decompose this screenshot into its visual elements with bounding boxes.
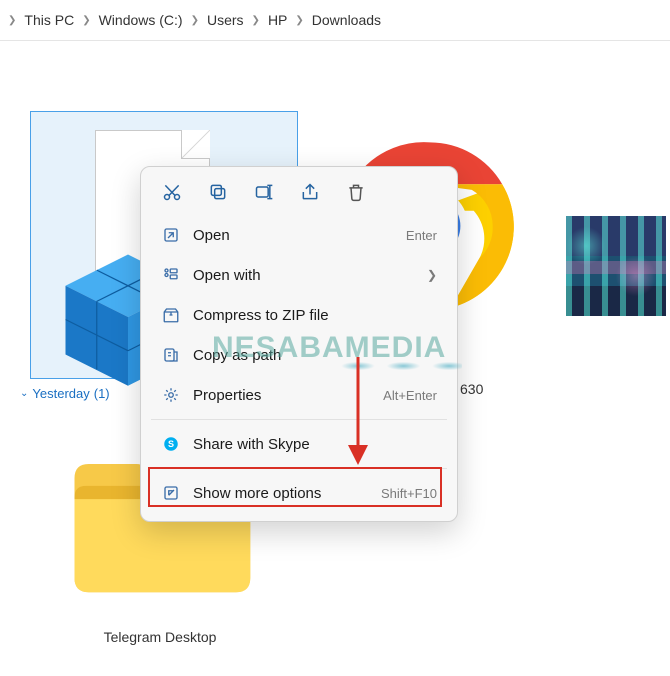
file-tile-image[interactable] [566, 216, 666, 316]
chevron-right-icon: ❯ [8, 15, 16, 26]
menu-separator [151, 468, 447, 469]
menu-shortcut: Alt+Enter [383, 388, 437, 403]
chevron-right-icon: ❯ [295, 15, 303, 26]
menu-label: Properties [193, 387, 371, 404]
skype-icon: S [161, 434, 181, 454]
content-area: ⌄ Yesterday (1) 630 Telegram Desktop NES… [0, 41, 670, 661]
context-menu: Open Enter Open with ❯ Compress to ZIP f… [140, 166, 458, 522]
svg-text:S: S [168, 439, 174, 449]
menu-shortcut: Enter [406, 228, 437, 243]
menu-item-open-with[interactable]: Open with ❯ [147, 255, 451, 295]
folder-label: Telegram Desktop [60, 629, 260, 645]
zip-icon [161, 305, 181, 325]
crumb-hp[interactable]: HP [266, 10, 289, 30]
context-menu-top-actions [147, 175, 451, 215]
chevron-right-icon: ❯ [427, 268, 437, 282]
crumb-windows-c[interactable]: Windows (C:) [97, 10, 185, 30]
chevron-right-icon: ❯ [191, 15, 199, 26]
menu-label: Compress to ZIP file [193, 307, 437, 324]
chevron-right-icon: ❯ [252, 15, 260, 26]
menu-item-show-more-options[interactable]: Show more options Shift+F10 [147, 473, 451, 513]
rename-icon[interactable] [253, 181, 275, 203]
menu-item-share-skype[interactable]: S Share with Skype [147, 424, 451, 464]
menu-label: Open with [193, 267, 415, 284]
group-label-text: Yesterday [32, 386, 89, 401]
cut-icon[interactable] [161, 181, 183, 203]
menu-label: Share with Skype [193, 436, 437, 453]
group-header-yesterday[interactable]: ⌄ Yesterday (1) [20, 386, 110, 401]
chevron-down-icon: ⌄ [20, 388, 28, 399]
menu-label: Open [193, 227, 394, 244]
chevron-right-icon: ❯ [82, 15, 90, 26]
open-with-icon [161, 265, 181, 285]
menu-item-copy-path[interactable]: Copy as path [147, 335, 451, 375]
copy-path-icon [161, 345, 181, 365]
show-more-icon [161, 483, 181, 503]
menu-item-properties[interactable]: Properties Alt+Enter [147, 375, 451, 415]
delete-icon[interactable] [345, 181, 367, 203]
menu-label: Show more options [193, 485, 369, 502]
group-count: (1) [94, 386, 110, 401]
crumb-this-pc[interactable]: This PC [22, 10, 76, 30]
menu-separator [151, 419, 447, 420]
copy-icon[interactable] [207, 181, 229, 203]
crumb-downloads[interactable]: Downloads [310, 10, 383, 30]
share-icon[interactable] [299, 181, 321, 203]
menu-label: Copy as path [193, 347, 437, 364]
open-icon [161, 225, 181, 245]
properties-icon [161, 385, 181, 405]
crumb-users[interactable]: Users [205, 10, 246, 30]
menu-item-compress-zip[interactable]: Compress to ZIP file [147, 295, 451, 335]
menu-shortcut: Shift+F10 [381, 486, 437, 501]
file-label-chrome: 630 [460, 381, 483, 397]
menu-item-open[interactable]: Open Enter [147, 215, 451, 255]
breadcrumb: ❯ This PC ❯ Windows (C:) ❯ Users ❯ HP ❯ … [0, 0, 670, 41]
